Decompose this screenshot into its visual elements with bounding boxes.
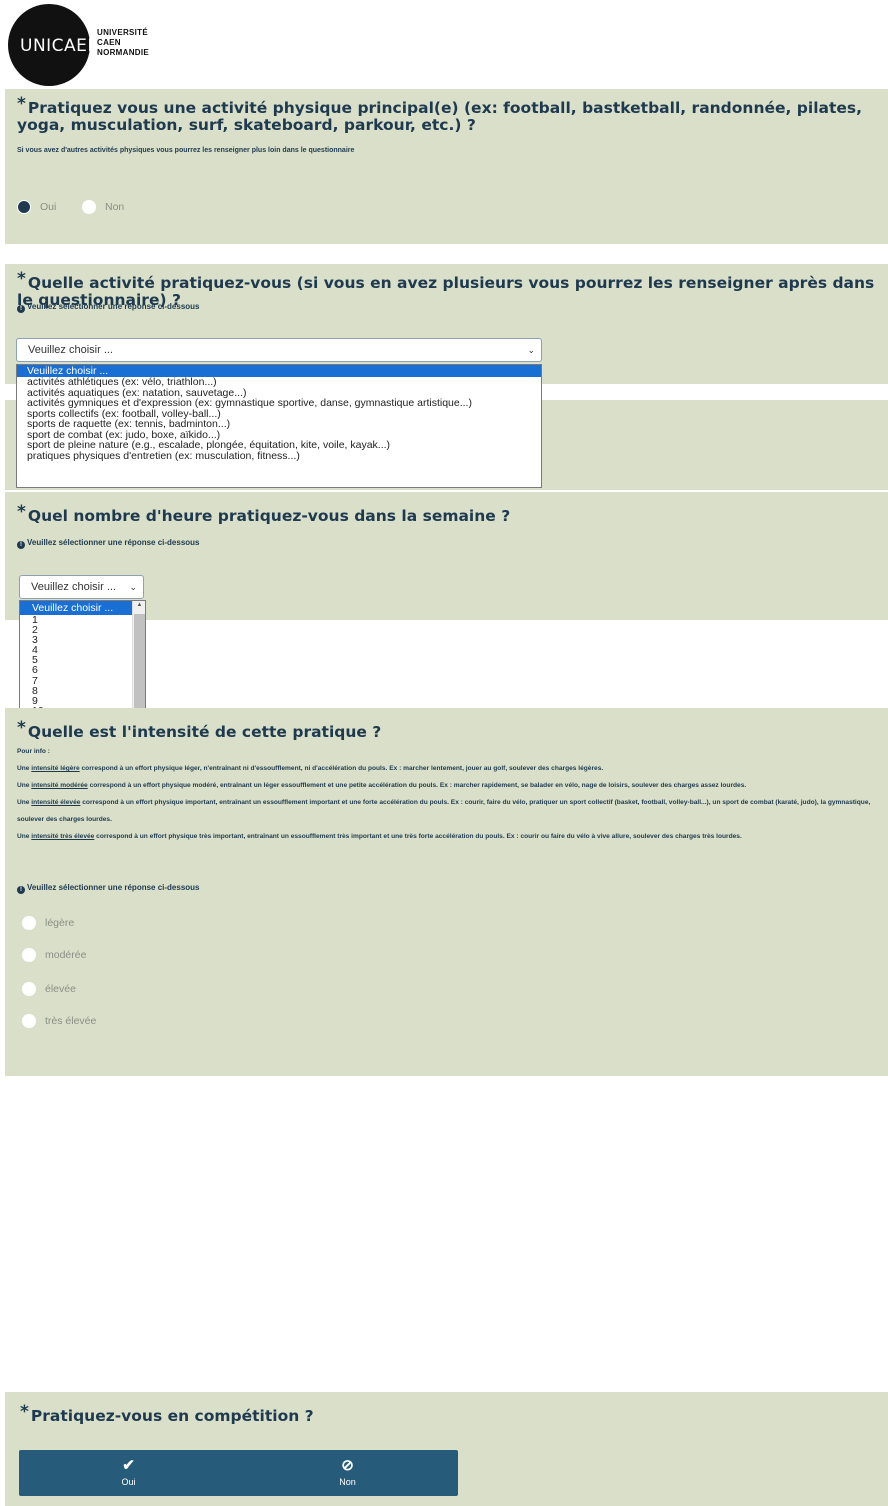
question-note: Si vous avez d'autres activités physique… (17, 147, 355, 154)
radio-label: Oui (40, 201, 57, 213)
activity-dropdown-list[interactable]: Veuillez choisir ... activités athlétiqu… (16, 364, 542, 488)
radio-button[interactable] (82, 200, 96, 214)
radio-label: élevée (45, 983, 76, 995)
no-button[interactable]: ⊘ Non (238, 1450, 457, 1496)
radio-label: très élevée (45, 1015, 97, 1027)
dropdown-option[interactable]: 2 (20, 625, 145, 636)
dropdown-option[interactable]: 7 (20, 675, 145, 686)
dropdown-option[interactable]: 1 (20, 615, 145, 626)
chevron-down-icon: ⌄ (527, 345, 535, 355)
required-star: * (17, 269, 26, 289)
radio-button[interactable] (22, 1014, 36, 1028)
radio-moderee[interactable]: modérée (22, 948, 86, 962)
hours-select[interactable]: Veuillez choisir ... ⌄ (19, 575, 144, 599)
question-title: * Pratiquez-vous en compétition ? (20, 1402, 314, 1425)
question-hint: ! Veuillez sélectionner une réponse ci-de… (17, 302, 200, 313)
dropdown-option[interactable]: sports de raquette (ex: tennis, badminto… (17, 419, 541, 430)
dropdown-option[interactable]: 4 (20, 645, 145, 656)
radio-button[interactable] (22, 948, 36, 962)
yes-button[interactable]: ✔ Oui (19, 1450, 238, 1496)
activity-select[interactable]: Veuillez choisir ... ⌄ (16, 338, 542, 362)
radio-label: légère (45, 917, 75, 929)
dropdown-option[interactable]: pratiques physiques d'entretien (ex: mus… (17, 450, 541, 462)
info-icon: ! (17, 886, 25, 894)
dropdown-option[interactable]: 8 (20, 685, 145, 696)
question-title: * Quelle est l'intensité de cette pratiqu… (17, 718, 382, 741)
intensity-paragraph: Une intensité légère correspond à un eff… (17, 765, 604, 772)
intensity-paragraph: Une intensité très élevée correspond à u… (17, 833, 742, 840)
radio-non[interactable]: Non (82, 200, 124, 214)
info-label: Pour info : (17, 748, 50, 755)
ban-icon: ⊘ (341, 1457, 354, 1474)
dropdown-option[interactable]: Veuillez choisir ... (20, 601, 145, 615)
required-star: * (17, 502, 26, 522)
university-logo: UNICAEN (8, 4, 100, 86)
dropdown-option[interactable]: 3 (20, 635, 145, 646)
dropdown-option[interactable]: 5 (20, 655, 145, 666)
radio-legere[interactable]: légère (22, 916, 74, 930)
info-icon: ! (17, 541, 25, 549)
checkmark-icon: ✔ (122, 1457, 135, 1474)
required-star: * (17, 718, 26, 738)
logo-line-2: CAEN (97, 38, 121, 47)
intensity-paragraph: Une intensité modérée correspond à un ef… (17, 782, 747, 789)
question-intensity-bottom: élevée très élevée (5, 975, 888, 1076)
question-intensity: * Quelle est l'intensité de cette pratiqu… (5, 708, 888, 975)
radio-button-checked[interactable] (17, 200, 31, 214)
dropdown-option[interactable]: 6 (20, 665, 145, 676)
radio-elevee[interactable]: élevée (22, 982, 76, 996)
required-star: * (17, 94, 26, 114)
question-hint: ! Veuillez sélectionner une réponse ci-de… (17, 538, 200, 549)
dropdown-option[interactable]: activités gymniques et d'expression (ex:… (17, 398, 541, 409)
logo-mark: UNICAEN (20, 36, 101, 56)
question-main-activity: * Pratiquez vous une activité physique pr… (5, 89, 888, 244)
radio-tres-elevee[interactable]: très élevée (22, 1014, 96, 1028)
question-title: * Quel nombre d'heure pratiquez-vous dans… (17, 502, 511, 525)
radio-label: modérée (45, 949, 87, 961)
question-hint: ! Veuillez sélectionner une réponse ci-de… (17, 883, 200, 894)
logo-line-3: NORMANDIE (97, 48, 150, 57)
logo-text: UNIVERSITÉ CAEN NORMANDIE (97, 28, 149, 58)
dropdown-option[interactable]: activités athlétiques (ex: vélo, triathl… (17, 377, 541, 388)
radio-button[interactable] (22, 982, 36, 996)
radio-button[interactable] (22, 916, 36, 930)
intensity-paragraph: Une intensité élevée correspond à un eff… (17, 799, 871, 823)
competition-button-group: ✔ Oui ⊘ Non (19, 1450, 458, 1496)
info-icon: ! (17, 305, 25, 313)
required-star: * (20, 1402, 29, 1422)
scroll-up-arrow-icon[interactable]: ▲ (133, 602, 145, 608)
chevron-down-icon: ⌄ (129, 582, 137, 592)
dropdown-option[interactable]: sport de pleine nature (e.g., escalade, … (17, 440, 541, 451)
question-title: * Pratiquez vous une activité physique pr… (17, 94, 863, 134)
radio-label: Non (105, 201, 125, 213)
intensity-info: Pour info : Une intensité légère corresp… (17, 743, 887, 845)
radio-oui[interactable]: Oui (17, 200, 56, 214)
logo-line-1: UNIVERSITÉ (97, 28, 149, 37)
